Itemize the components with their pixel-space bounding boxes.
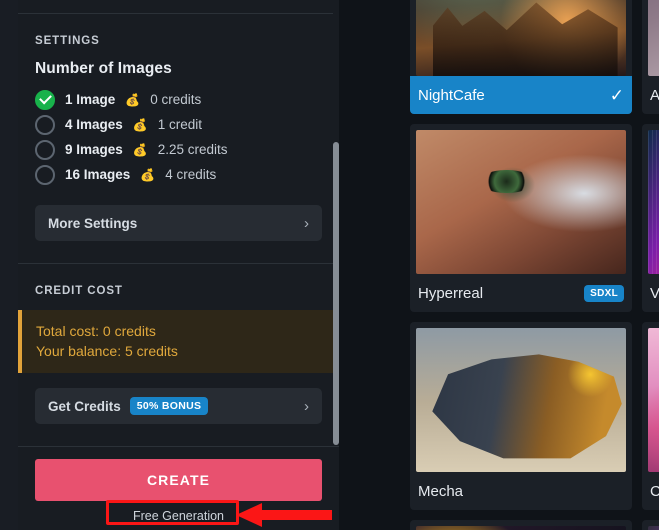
create-button[interactable]: CREATE [35, 459, 322, 501]
panel-top-spacer [18, 0, 339, 13]
style-card-footer: Hyperreal SDXL [410, 274, 632, 312]
style-grid: NightCafe ✓ Artistic Hyperreal SDXL [339, 0, 659, 530]
radio-option-16-images[interactable]: 16 Images 💰 4 credits [35, 162, 322, 187]
sdxl-badge: SDXL [584, 284, 624, 302]
balance-text: Your balance: 5 credits [36, 343, 178, 359]
style-thumbnail [648, 526, 659, 530]
credit-cost-callout: Total cost: 0 credits Your balance: 5 cr… [18, 310, 339, 373]
radio-label: 16 Images [65, 167, 131, 182]
style-card-title: Hyperreal [418, 284, 484, 302]
style-card-title: NightCafe [418, 86, 485, 104]
radio-option-1-image[interactable]: 1 Image 💰 0 credits [35, 87, 322, 112]
radio-label: 4 Images [65, 117, 123, 132]
radio-option-9-images[interactable]: 9 Images 💰 2.25 credits [35, 137, 322, 162]
radio-label: 1 Image [65, 92, 116, 107]
settings-section-label: SETTINGS [35, 35, 100, 47]
coin-icon: 💰 [125, 92, 141, 107]
style-card-footer: Mecha [410, 472, 632, 510]
radio-cost: 2.25 credits [157, 142, 228, 157]
coin-icon: 💰 [132, 142, 148, 157]
style-card-comic[interactable]: Comic [410, 520, 632, 530]
style-card-footer: NightCafe ✓ [410, 76, 632, 114]
style-card-footer: Vibrant [642, 274, 659, 312]
credit-cost-section-label: CREDIT COST [35, 285, 123, 297]
style-card-artistic[interactable]: Artistic [642, 0, 659, 114]
style-card-title: Artistic [650, 86, 659, 104]
total-cost-text: Total cost: 0 credits [36, 323, 156, 339]
style-card-footer: CGI [642, 472, 659, 510]
free-generation-row: Free Generation [35, 507, 322, 525]
coin-icon: 💰 [132, 117, 148, 132]
style-card-title: Vibrant [650, 284, 659, 302]
style-card-hyperreal[interactable]: Hyperreal SDXL [410, 124, 632, 312]
style-thumbnail [416, 526, 626, 530]
radio-indicator[interactable] [35, 139, 55, 160]
left-rail [0, 0, 18, 530]
radio-option-4-images[interactable]: 4 Images 💰 1 credit [35, 112, 322, 137]
style-thumbnail [416, 328, 626, 472]
app-root: SETTINGS Number of Images 1 Image 💰 0 cr… [0, 0, 659, 530]
settings-section-spacer [35, 241, 322, 263]
coin-icon: 💰 [140, 167, 156, 182]
get-credits-label: Get Credits [48, 398, 121, 414]
create-area: CREATE Free Generation [18, 447, 339, 525]
style-thumbnail [648, 130, 659, 274]
free-generation-label: Free Generation [132, 509, 225, 523]
radio-cost: 0 credits [150, 92, 202, 107]
style-card-nightcafe[interactable]: NightCafe ✓ [410, 0, 632, 114]
style-card-cgi[interactable]: CGI [642, 322, 659, 510]
settings-section: SETTINGS Number of Images 1 Image 💰 0 cr… [18, 14, 339, 263]
radio-indicator[interactable] [35, 114, 55, 135]
style-card-title: CGI [650, 482, 659, 500]
get-credits-button[interactable]: Get Credits 50% BONUS › [35, 388, 322, 424]
radio-cost: 1 credit [157, 117, 203, 132]
radio-indicator-selected[interactable] [35, 89, 55, 110]
style-gallery: NightCafe ✓ Artistic Hyperreal SDXL [339, 0, 659, 530]
settings-panel: SETTINGS Number of Images 1 Image 💰 0 cr… [18, 0, 339, 530]
radio-label: 9 Images [65, 142, 123, 157]
style-thumbnail [648, 0, 659, 76]
radio-indicator[interactable] [35, 164, 55, 185]
more-settings-label: More Settings [48, 215, 138, 231]
bonus-badge: 50% BONUS [129, 397, 209, 415]
style-thumbnail [416, 130, 626, 274]
style-card-footer: Artistic [642, 76, 659, 114]
chevron-right-icon: › [304, 397, 309, 415]
credit-cost-section: CREDIT COST Total cost: 0 credits Your b… [18, 264, 339, 446]
style-card-vibrant[interactable]: Vibrant [642, 124, 659, 312]
style-thumbnail [416, 0, 626, 76]
credit-section-spacer [35, 424, 322, 446]
more-settings-button[interactable]: More Settings › [35, 205, 322, 241]
style-card-title: Mecha [418, 482, 464, 500]
radio-cost: 4 credits [165, 167, 217, 182]
check-icon: ✓ [609, 85, 624, 105]
style-card-dark[interactable]: Dark [642, 520, 659, 530]
chevron-right-icon: › [304, 214, 309, 232]
style-thumbnail [648, 328, 659, 472]
style-card-mecha[interactable]: Mecha [410, 322, 632, 510]
number-of-images-title: Number of Images [35, 60, 172, 77]
